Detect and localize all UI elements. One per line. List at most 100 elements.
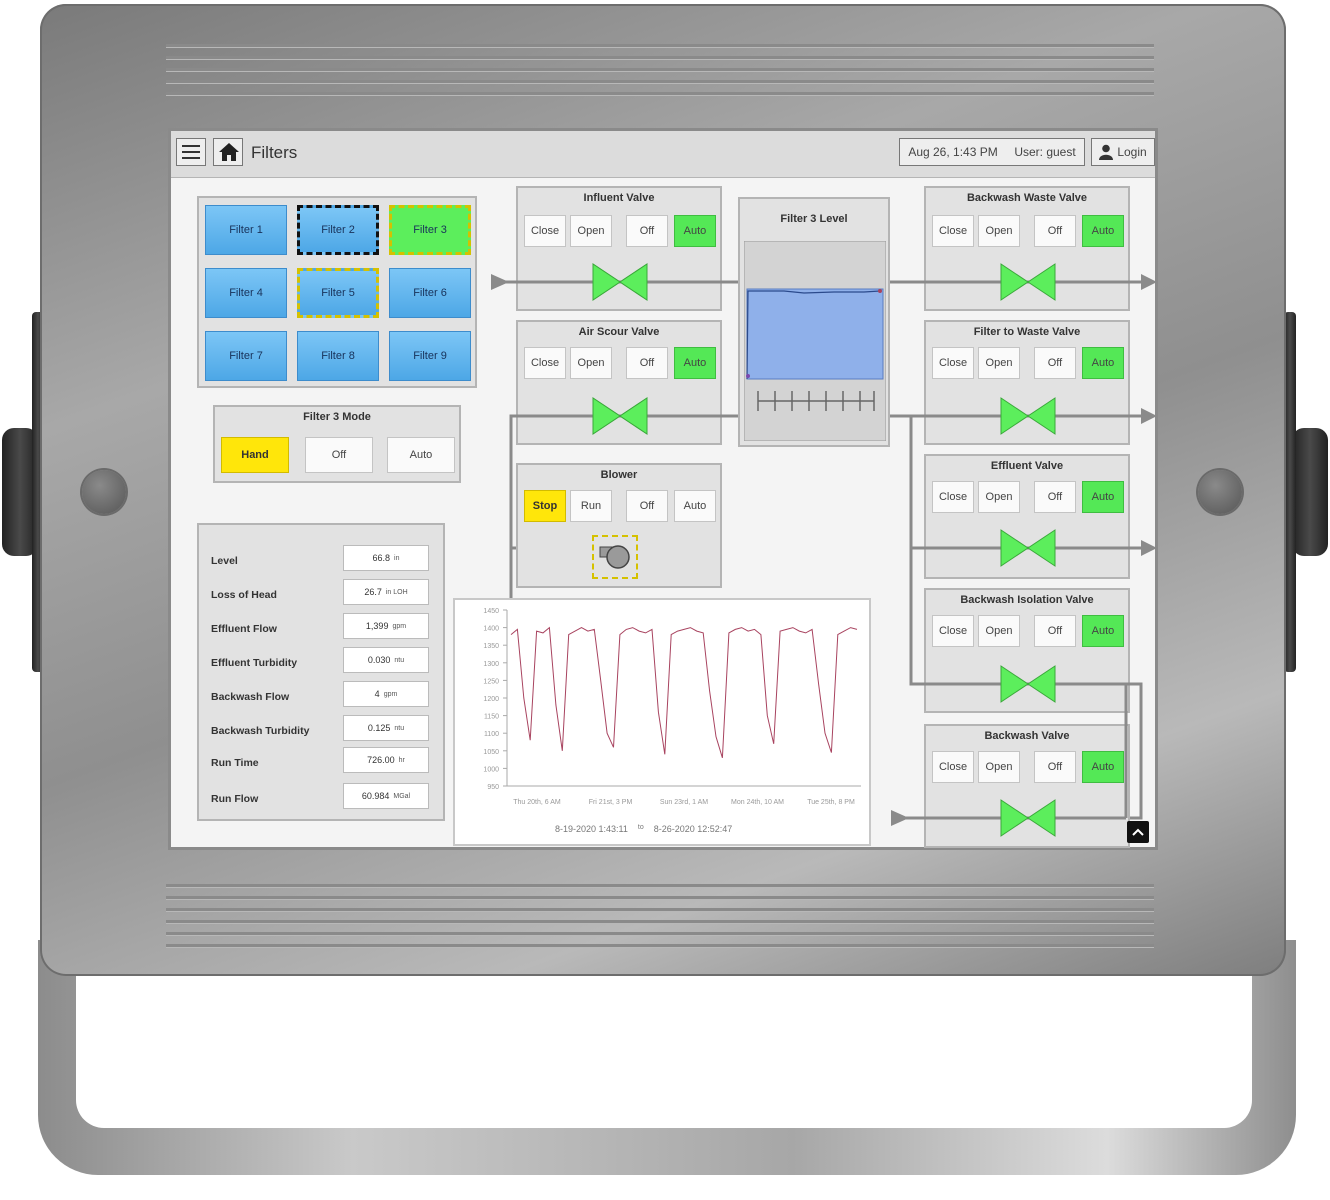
menu-button[interactable] (176, 138, 206, 166)
reading-value-field: 1,399 gpm (343, 613, 429, 639)
filter-8-button[interactable]: Filter 8 (297, 331, 379, 381)
backwash-close-button[interactable]: Close (932, 751, 974, 783)
backwash-valve-panel: Backwash Valve Close Open Off Auto (924, 724, 1130, 848)
range-separator: to (637, 824, 644, 831)
blower-run-button[interactable]: Run (570, 490, 612, 522)
reading-value-field: 4 gpm (343, 681, 429, 707)
scroll-top-button[interactable] (1127, 821, 1149, 843)
air-scour-auto-button[interactable]: Auto (674, 347, 716, 379)
y-tick-label: 1450 (483, 608, 499, 615)
filter-to-waste-auto-button[interactable]: Auto (1082, 347, 1124, 379)
reading-value: 66.8 (372, 553, 391, 563)
reading-value: 26.7 (364, 587, 382, 597)
backwash-auto-button[interactable]: Auto (1082, 751, 1124, 783)
backwash-isolation-auto-button[interactable]: Auto (1082, 615, 1124, 647)
backwash-waste-auto-button[interactable]: Auto (1082, 215, 1124, 247)
effluent-close-button[interactable]: Close (932, 481, 974, 513)
backwash-isolation-close-button[interactable]: Close (932, 615, 974, 647)
range-end: 8-26-2020 12:52:47 (653, 824, 733, 834)
filter-9-button[interactable]: Filter 9 (389, 331, 471, 381)
filter-to-waste-open-button[interactable]: Open (978, 347, 1020, 379)
backwash-waste-close-button[interactable]: Close (932, 215, 974, 247)
mode-title: Filter 3 Mode (303, 411, 371, 423)
blower-stop-button[interactable]: Stop (524, 490, 566, 522)
filter-1-button[interactable]: Filter 1 (205, 205, 287, 255)
blower-panel: Blower Stop Run Off Auto (516, 463, 722, 588)
hmi-screen: Filters Aug 26, 1:43 PM User: guest Logi… (168, 128, 1158, 850)
reading-label: Run Flow (211, 793, 259, 805)
influent-off-button[interactable]: Off (626, 215, 668, 247)
reading-value-field: 726.00 hr (343, 747, 429, 773)
blower-icon (599, 545, 630, 569)
filter-3-button[interactable]: Filter 3 (389, 205, 471, 255)
reading-unit: MGal (393, 792, 411, 800)
home-button[interactable] (213, 138, 243, 166)
trend-chart: 1450 1400 1350 1300 1250 1200 1150 1100 1050 1000… (483, 608, 861, 806)
reading-value-field: 0.030 ntu (343, 647, 429, 673)
y-tick-label: 1400 (483, 626, 499, 633)
backwash-waste-open-button[interactable]: Open (978, 215, 1020, 247)
page-title: Filters (251, 143, 298, 162)
user-icon (1099, 144, 1114, 160)
mode-auto-button[interactable]: Auto (387, 437, 455, 473)
filter-level-panel: Filter 3 Level (738, 197, 890, 447)
hand-button[interactable]: Hand (221, 437, 289, 473)
top-bar: Filters Aug 26, 1:43 PM User: guest Logi… (171, 131, 1155, 178)
backwash-open-button[interactable]: Open (978, 751, 1020, 783)
login-button[interactable]: Login (1091, 138, 1155, 166)
y-tick-label: 1250 (483, 678, 499, 685)
backwash-isolation-open-button[interactable]: Open (978, 615, 1020, 647)
filter-2-button[interactable]: Filter 2 (297, 205, 379, 255)
home-icon (219, 143, 239, 161)
reading-unit: gpm (392, 622, 407, 630)
reading-label: Effluent Flow (211, 623, 277, 635)
filter-4-button[interactable]: Filter 4 (205, 268, 287, 318)
y-tick-label: 1050 (483, 749, 499, 756)
backwash-waste-valve-panel: Backwash Waste Valve Close Open Off Auto (924, 186, 1130, 311)
filter-5-button[interactable]: Filter 5 (297, 268, 379, 318)
status-box: Aug 26, 1:43 PM User: guest (899, 138, 1085, 166)
air-scour-valve-title: Air Scour Valve (578, 326, 660, 338)
air-scour-close-button[interactable]: Close (524, 347, 566, 379)
reading-unit: in (394, 554, 400, 562)
filter-to-waste-off-button[interactable]: Off (1034, 347, 1076, 379)
filter-7-button[interactable]: Filter 7 (205, 331, 287, 381)
effluent-auto-button[interactable]: Auto (1082, 481, 1124, 513)
influent-open-button[interactable]: Open (570, 215, 612, 247)
filter-6-button[interactable]: Filter 6 (389, 268, 471, 318)
blower-off-button[interactable]: Off (626, 490, 668, 522)
right-knob (1198, 470, 1242, 514)
reading-value: 1,399 (365, 621, 389, 631)
backwash-isolation-valve-panel: Backwash Isolation Valve Close Open Off … (924, 588, 1130, 713)
y-tick-label: 1350 (483, 643, 499, 650)
filter-to-waste-close-button[interactable]: Close (932, 347, 974, 379)
mode-off-button[interactable]: Off (305, 437, 373, 473)
y-tick-label: 950 (487, 784, 499, 791)
y-tick-label: 1300 (483, 661, 499, 668)
effluent-off-button[interactable]: Off (1034, 481, 1076, 513)
reading-unit: hr (398, 756, 405, 764)
backwash-off-button[interactable]: Off (1034, 751, 1076, 783)
backwash-isolation-off-button[interactable]: Off (1034, 615, 1076, 647)
backwash-isolation-valve-title: Backwash Isolation Valve (960, 594, 1094, 606)
left-knob (82, 470, 126, 514)
air-scour-off-button[interactable]: Off (626, 347, 668, 379)
trend-series-line (510, 626, 858, 758)
datetime: Aug 26, 1:43 PM (908, 145, 998, 159)
filter-to-waste-valve-title: Filter to Waste Valve (973, 326, 1081, 338)
filter-mode-panel: Filter 3 Mode Hand Off Auto (213, 405, 461, 483)
influent-auto-button[interactable]: Auto (674, 215, 716, 247)
air-scour-open-button[interactable]: Open (570, 347, 612, 379)
reading-value-field: 26.7 in LOH (343, 579, 429, 605)
blower-selection[interactable] (592, 535, 638, 579)
y-tick-label: 1200 (483, 696, 499, 703)
arrow-right (1141, 274, 1155, 290)
blower-auto-button[interactable]: Auto (674, 490, 716, 522)
reading-label: Backwash Turbidity (211, 725, 310, 737)
x-tick-label: Thu 20th, 6 AM (513, 799, 561, 806)
backwash-waste-off-button[interactable]: Off (1034, 215, 1076, 247)
effluent-open-button[interactable]: Open (978, 481, 1020, 513)
reading-label: Run Time (211, 757, 259, 769)
level-tank (744, 241, 886, 441)
influent-close-button[interactable]: Close (524, 215, 566, 247)
